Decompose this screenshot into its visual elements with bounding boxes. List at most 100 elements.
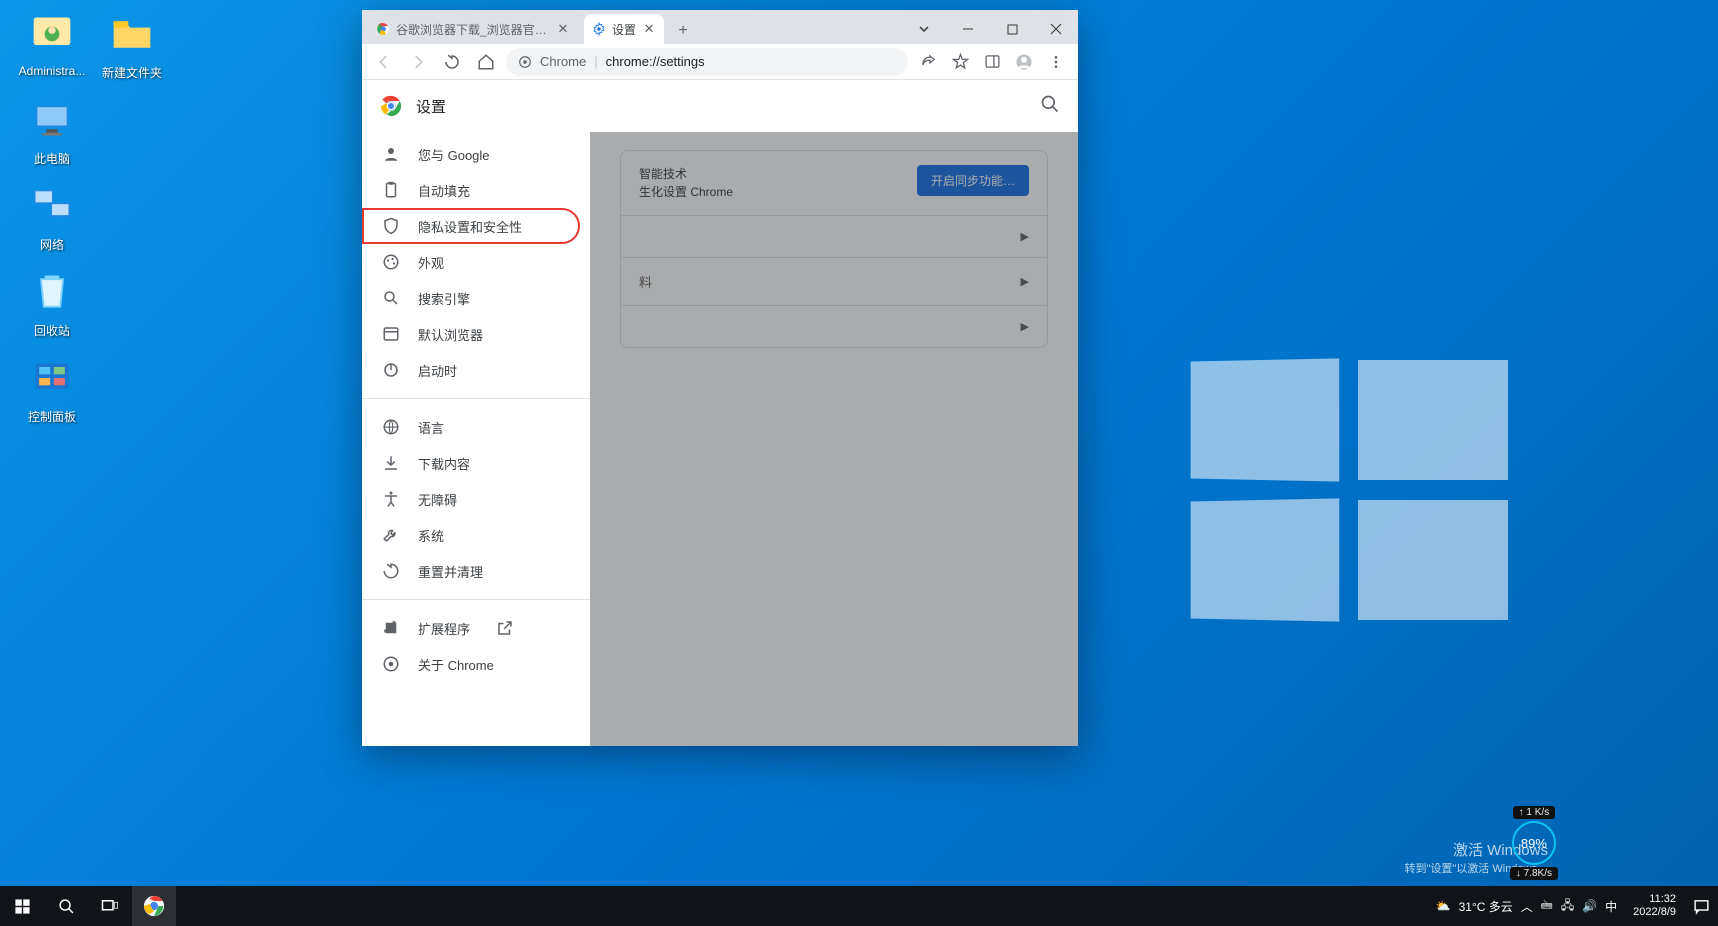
desktop-icon-admin[interactable]: Administra...: [8, 10, 96, 78]
restore-icon: [382, 562, 400, 580]
gear-icon: [592, 22, 606, 36]
nav-item-chrome[interactable]: 关于 Chrome: [362, 646, 580, 682]
nav-item-a11y[interactable]: 无障碍: [362, 481, 580, 517]
chrome-lock-icon: [518, 55, 532, 69]
search-button[interactable]: [1040, 94, 1060, 119]
settings-main: 智能技术 生化设置 Chrome 开启同步功能… ▶ 料▶ ▶: [590, 80, 1078, 746]
maximize-button[interactable]: [990, 14, 1034, 44]
nav-item-globe[interactable]: 语言: [362, 409, 580, 445]
desktop-icon-label: Administra...: [19, 64, 86, 78]
sidepanel-icon[interactable]: [978, 48, 1006, 76]
dropdown-icon[interactable]: [902, 14, 946, 44]
close-icon[interactable]: ✕: [642, 22, 656, 36]
nav-item-restore[interactable]: 重置并清理: [362, 553, 580, 589]
url-sep: |: [594, 54, 597, 69]
nav-item-palette[interactable]: 外观: [362, 244, 580, 280]
close-icon[interactable]: ✕: [556, 22, 570, 36]
net-meter[interactable]: ↑ 1 K/s 89% ↓ 7.8K/s: [1510, 806, 1558, 880]
chrome-icon: [376, 22, 390, 36]
nav-item-clipboard[interactable]: 自动填充: [362, 172, 580, 208]
modal-overlay: [590, 80, 1078, 746]
back-button[interactable]: [370, 48, 398, 76]
nav-item-search[interactable]: 搜索引擎: [362, 280, 580, 316]
search-button[interactable]: [44, 886, 88, 926]
net-pct: 89%: [1512, 821, 1556, 865]
tray-chevron-icon[interactable]: ︿: [1521, 898, 1533, 915]
desktop-icon-controlpanel[interactable]: 控制面板: [8, 354, 96, 425]
network-icon[interactable]: 🖧: [1561, 896, 1574, 917]
url-prefix: Chrome: [540, 54, 586, 69]
nav-label: 外观: [418, 253, 444, 272]
nav-label: 默认浏览器: [418, 325, 483, 344]
nav-label: 您与 Google: [418, 145, 490, 164]
nav-label: 关于 Chrome: [418, 655, 494, 674]
weather-text: 31°C 多云: [1459, 898, 1513, 915]
nav-item-shield[interactable]: 隐私设置和安全性: [362, 208, 580, 244]
close-button[interactable]: [1034, 14, 1078, 44]
nav-item-power[interactable]: 启动时: [362, 352, 580, 388]
nav-label: 下载内容: [418, 454, 470, 473]
nav-label: 自动填充: [418, 181, 470, 200]
a11y-icon: [382, 490, 400, 508]
clock-date: 2022/8/9: [1633, 906, 1676, 919]
clock-time: 11:32: [1649, 893, 1676, 906]
nav-item-browser[interactable]: 默认浏览器: [362, 316, 580, 352]
forward-button[interactable]: [404, 48, 432, 76]
person-icon: [382, 145, 400, 163]
desktop: Administra... 新建文件夹 此电脑 网络 回收站 控制面板 激活 W…: [0, 0, 1718, 926]
action-center-icon[interactable]: [1684, 886, 1718, 926]
titlebar[interactable]: 谷歌浏览器下载_浏览器官网入口 ✕ 设置 ✕ +: [362, 10, 1078, 44]
taskview-button[interactable]: [88, 886, 132, 926]
desktop-icon-recycle[interactable]: 回收站: [8, 268, 96, 339]
desktop-icon-network[interactable]: 网络: [8, 182, 96, 253]
shield-icon: [382, 217, 400, 235]
tab-title: 谷歌浏览器下载_浏览器官网入口: [396, 21, 550, 38]
weather-icon: ⛅: [1436, 899, 1451, 913]
desktop-icon-label: 新建文件夹: [102, 66, 162, 80]
palette-icon: [382, 253, 400, 271]
taskbar-clock[interactable]: 11:32 2022/8/9: [1625, 893, 1684, 919]
bookmark-icon[interactable]: [946, 48, 974, 76]
page-title: 设置: [416, 96, 446, 117]
desktop-icon-label: 网络: [40, 238, 64, 252]
nav-label: 系统: [418, 526, 444, 545]
nav-label: 重置并清理: [418, 562, 483, 581]
desktop-icon-thispc[interactable]: 此电脑: [8, 96, 96, 167]
nav-separator: [362, 599, 590, 600]
net-down: ↓ 7.8K/s: [1510, 867, 1558, 880]
nav-item-download[interactable]: 下载内容: [362, 445, 580, 481]
new-tab-button[interactable]: +: [670, 18, 696, 44]
chrome-window: 谷歌浏览器下载_浏览器官网入口 ✕ 设置 ✕ + Ch: [362, 10, 1078, 746]
taskbar-chrome[interactable]: [132, 886, 176, 926]
search-icon: [382, 289, 400, 307]
omnibox[interactable]: Chrome | chrome://settings: [506, 48, 908, 76]
settings-nav: 您与 Google 自动填充隐私设置和安全性外观搜索引擎默认浏览器启动时 语言下载…: [362, 80, 590, 746]
nav-item-wrench[interactable]: 系统: [362, 517, 580, 553]
clipboard-icon: [382, 181, 400, 199]
browser-icon: [382, 325, 400, 343]
menu-icon[interactable]: [1042, 48, 1070, 76]
volume-icon[interactable]: 🔊: [1582, 899, 1597, 913]
reload-button[interactable]: [438, 48, 466, 76]
nav-item-puzzle[interactable]: 扩展程序: [362, 610, 580, 646]
profile-icon[interactable]: [1010, 48, 1038, 76]
ime-lang[interactable]: 中: [1605, 898, 1617, 915]
desktop-icon-label: 此电脑: [34, 152, 70, 166]
ime-icon[interactable]: 🖮: [1541, 896, 1553, 917]
nav-item-person[interactable]: 您与 Google: [362, 136, 580, 172]
desktop-icon-newfolder[interactable]: 新建文件夹: [88, 10, 176, 81]
start-button[interactable]: [0, 886, 44, 926]
windows-logo-bg: [1188, 360, 1508, 620]
net-up: ↑ 1 K/s: [1513, 806, 1556, 819]
tab-1[interactable]: 设置 ✕: [584, 14, 664, 44]
chrome-icon: [382, 655, 400, 673]
tab-0[interactable]: 谷歌浏览器下载_浏览器官网入口 ✕: [368, 14, 578, 44]
download-icon: [382, 454, 400, 472]
external-link-icon: [496, 619, 514, 637]
home-button[interactable]: [472, 48, 500, 76]
system-tray[interactable]: ⛅ 31°C 多云 ︿ 🖮 🖧 🔊 中: [1428, 896, 1626, 917]
minimize-button[interactable]: [946, 14, 990, 44]
nav-separator: [362, 398, 590, 399]
nav-label: 语言: [418, 418, 444, 437]
share-icon[interactable]: [914, 48, 942, 76]
